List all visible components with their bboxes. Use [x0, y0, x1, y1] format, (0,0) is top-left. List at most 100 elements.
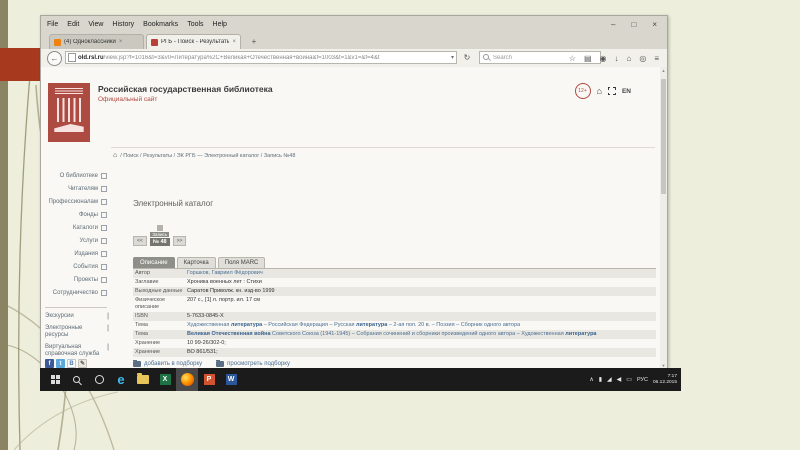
sidebar-item-label: Фонды [78, 211, 98, 218]
action-просмотреть-подборку[interactable]: просмотреть подборку [216, 359, 290, 367]
menu-view[interactable]: View [88, 21, 103, 28]
chevron-up-icon[interactable]: ∧ [589, 377, 593, 383]
sidebar-item-события[interactable]: События [45, 260, 107, 273]
tab-close-icon[interactable]: × [232, 39, 236, 45]
toolbar-icons: ☆ ▤ ◉ ↓ ⌂ ◎ ≡ [569, 49, 659, 67]
record-link[interactable]: Великая Отечественная война [187, 331, 271, 337]
tab-карточка[interactable]: Карточка [176, 257, 216, 268]
tab-поля-marc[interactable]: Поля MARC [217, 257, 266, 268]
tab-close-icon[interactable]: × [119, 39, 123, 45]
new-tab-button[interactable]: + [247, 36, 261, 48]
word-icon[interactable]: W [220, 368, 242, 391]
sidebar-item-проекты[interactable]: Проекты [45, 273, 107, 286]
close-button[interactable]: × [652, 20, 657, 29]
firefox-icon[interactable] [176, 368, 198, 391]
sidebar-item-читателям[interactable]: Читателям [45, 182, 107, 195]
cortana-icon[interactable] [88, 368, 110, 391]
excel-icon[interactable]: X [154, 368, 176, 391]
sidebar-item-сотрудничество[interactable]: Сотрудничество [45, 286, 107, 299]
url-bar[interactable]: old.rsl.ru /view.jsp?f=1016&t=3&v0=Литер… [65, 51, 457, 64]
tab-title: (4) Одноклассники [64, 39, 116, 45]
download-icon[interactable]: ↓ [615, 54, 619, 63]
menu-history[interactable]: History [112, 21, 134, 28]
maximize-button[interactable]: □ [631, 20, 636, 29]
folder-icon [216, 359, 225, 367]
back-button[interactable]: ← [47, 51, 62, 66]
sidebar-item-фонды[interactable]: Фонды [45, 208, 107, 221]
record-link[interactable]: литература [356, 322, 387, 328]
sidebar-link-электронные-ресурсы[interactable]: Электронные ресурсы | [45, 325, 109, 340]
row-value: Художественная литература – Российская Ф… [187, 322, 654, 329]
site-home-icon[interactable]: ⌂ [597, 86, 602, 96]
sidebar-item-услуги[interactable]: Услуги [45, 234, 107, 247]
sidebar-item-издания[interactable]: Издания [45, 247, 107, 260]
menu-edit[interactable]: Edit [67, 21, 79, 28]
expand-box-icon [101, 198, 107, 205]
battery-icon[interactable]: ▮ [599, 377, 602, 383]
network-icon[interactable]: ◢ [607, 377, 612, 383]
sidebar-link-виртуальная-справочная-служба[interactable]: Виртуальная справочная служба | [45, 344, 109, 359]
menu-help[interactable]: Help [213, 21, 227, 28]
expand-box-icon [101, 250, 107, 257]
home-icon[interactable]: ⌂ [627, 54, 632, 63]
content-scrollbar[interactable]: ▲ ▼ [660, 67, 667, 369]
browser-tab[interactable]: (4) Одноклассники × [49, 34, 144, 49]
record-link[interactable]: литература [231, 322, 262, 328]
record-link[interactable]: Горшков, Гавриил Фёдорович [187, 270, 263, 276]
reload-button[interactable]: ↻ [461, 51, 473, 64]
browser-tab[interactable]: РГБ - Поиск - Результаты... × [146, 34, 241, 49]
explorer-icon[interactable] [132, 368, 154, 391]
facebook-icon[interactable]: f [45, 359, 54, 368]
expand-box-icon [101, 237, 107, 244]
star-icon[interactable]: ☆ [569, 54, 576, 63]
row-value: 5-7633-0845-X [187, 313, 654, 320]
bookmarks-icon[interactable]: ▤ [584, 54, 592, 63]
start-button[interactable] [44, 368, 66, 391]
vk-icon[interactable]: В [67, 359, 76, 368]
sidebar-link-экскурсии[interactable]: Экскурсии | [45, 313, 109, 321]
menu-icon[interactable]: ≡ [654, 54, 659, 63]
breadcrumb-home-icon[interactable]: ⌂ [113, 151, 117, 160]
rsl-logo[interactable] [48, 83, 90, 142]
record-link[interactable]: литература [565, 331, 596, 337]
presentation-slide: File Edit View History Bookmarks Tools Help – □… [0, 0, 800, 450]
shield-icon[interactable]: ◉ [600, 54, 607, 63]
record-link[interactable]: – Российская Федерация – Русская [262, 322, 356, 328]
menu-tools[interactable]: Tools [187, 21, 203, 28]
notifications-icon[interactable]: ▭ [626, 377, 632, 383]
sidebar-item-профессионалам[interactable]: Профессионалам [45, 195, 107, 208]
twitter-icon[interactable]: t [56, 359, 65, 368]
record-link[interactable]: Советского Союза (1941-1945) – Собрания … [271, 331, 566, 337]
tab-описание[interactable]: Описание [133, 257, 175, 268]
row-label: Физическое описание [135, 297, 166, 310]
minimize-button[interactable]: – [611, 20, 615, 29]
sidebar-item-о-библиотеке[interactable]: О библиотеке [45, 169, 107, 182]
taskbar-clock[interactable]: 7:17 06.12.2015 [653, 374, 677, 385]
record-link[interactable]: Художественная [187, 322, 231, 328]
sidebar-item-каталоги[interactable]: Каталоги [45, 221, 107, 234]
keyboard-language[interactable]: РУС [637, 377, 648, 383]
record-icon [156, 225, 163, 231]
action-добавить-в-подборку[interactable]: добавить в подборку [133, 359, 202, 367]
scroll-up-icon[interactable]: ▲ [660, 68, 667, 73]
adblock-icon[interactable]: ◎ [639, 54, 646, 63]
url-dropdown-icon[interactable]: ▾ [451, 54, 454, 61]
pen-icon[interactable]: ✎ [78, 359, 87, 368]
edge-icon[interactable]: e [110, 368, 132, 391]
sidebar-divider [45, 307, 107, 308]
record-link[interactable]: – 2-ая пол. 20 в. – Поэзия – Сборник одн… [387, 322, 520, 328]
rsl-favicon [151, 38, 158, 46]
menu-file[interactable]: File [47, 21, 58, 28]
language-switch[interactable]: EN [622, 88, 631, 95]
row-value: ВО 861/531; [187, 349, 654, 356]
prev-record-button[interactable]: << [133, 236, 147, 246]
search-icon[interactable] [66, 368, 88, 391]
scrollbar-thumb[interactable] [661, 79, 666, 194]
powerpoint-icon[interactable]: P [198, 368, 220, 391]
menu-items: File Edit View History Bookmarks Tools Help [47, 21, 227, 28]
speaker-icon[interactable]: ◀ [617, 377, 622, 383]
next-record-button[interactable]: >> [172, 236, 187, 246]
menu-bookmarks[interactable]: Bookmarks [143, 21, 178, 28]
fullscreen-icon[interactable] [606, 86, 617, 96]
breadcrumb[interactable]: ⌂ / Поиск / Результаты / ЭК РГБ — Электр… [113, 151, 295, 160]
